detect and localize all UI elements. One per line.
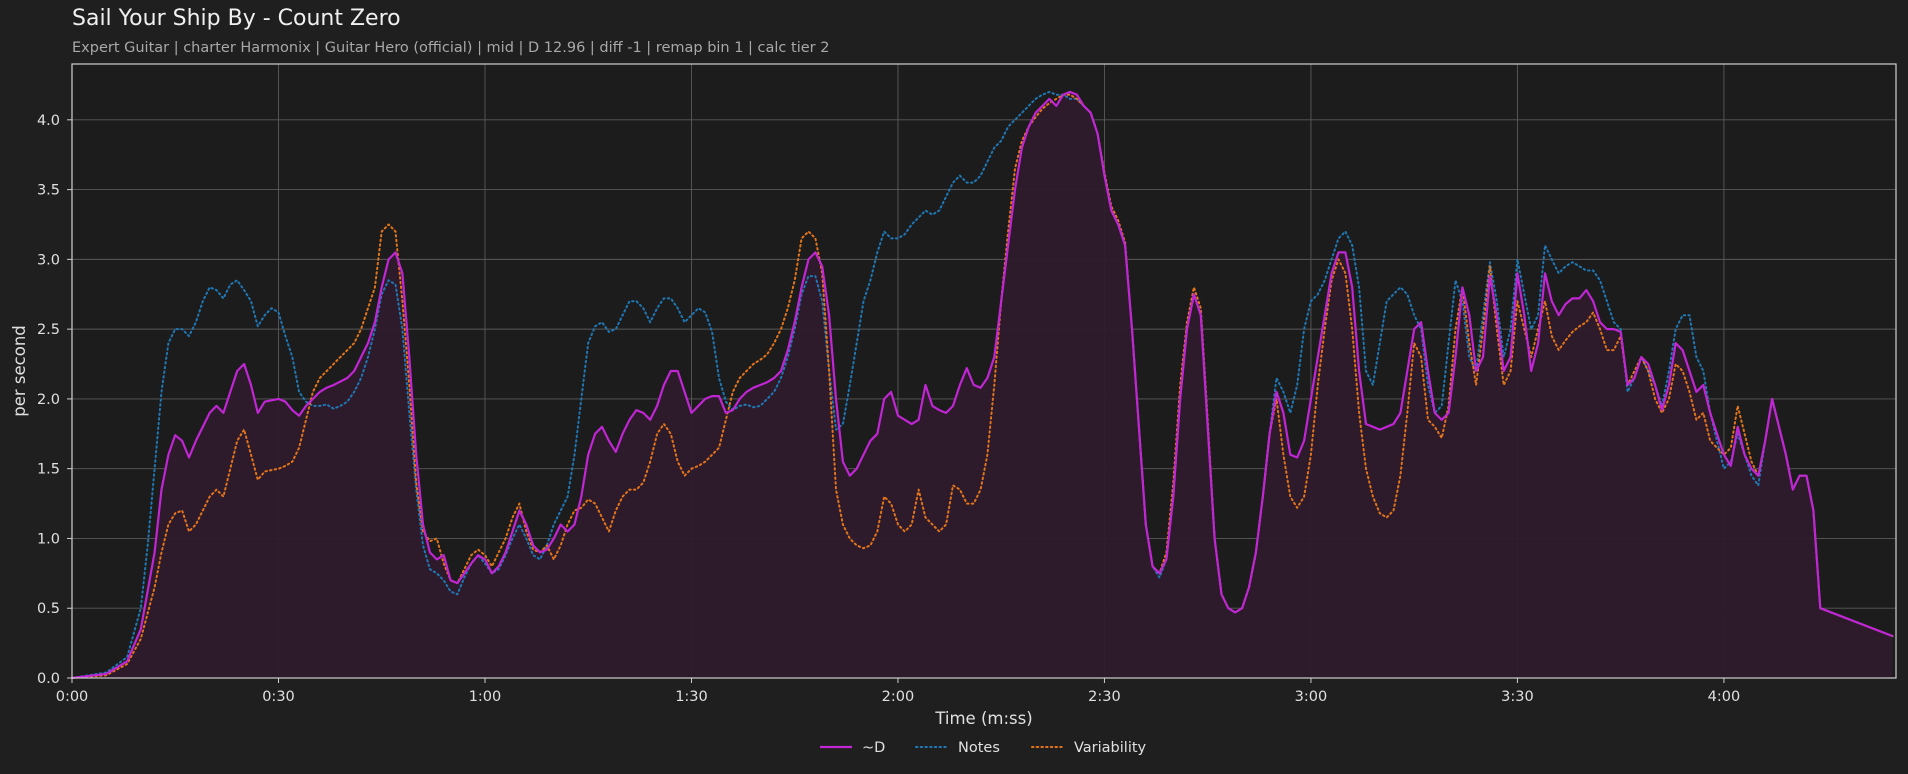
legend-label: Variability xyxy=(1074,740,1147,756)
legend-label: ~D xyxy=(862,740,885,756)
x-tick-label: 0:00 xyxy=(56,689,89,705)
x-axis-ticks: 0:00 0:30 1:00 1:30 2:00 2:30 3:00 3:30 4:00 xyxy=(56,678,1740,705)
y-tick-label: 1.5 xyxy=(37,462,60,478)
y-tick-label: 2.0 xyxy=(37,392,60,408)
y-tick-label: 1.0 xyxy=(37,531,60,547)
legend-label: Notes xyxy=(958,740,1000,756)
x-tick-label: 3:30 xyxy=(1501,689,1534,705)
y-axis-label: per second xyxy=(10,325,29,417)
y-tick-label: 3.5 xyxy=(37,183,60,199)
x-axis-label: Time (m:ss) xyxy=(934,709,1032,728)
y-tick-label: 3.0 xyxy=(37,252,60,268)
x-tick-label: 2:00 xyxy=(882,689,915,705)
legend: ~D Notes Variability xyxy=(820,740,1147,756)
chart-canvas: 0:00 0:30 1:00 1:30 2:00 2:30 3:00 3:30 4:00 0.0… xyxy=(10,63,1897,756)
x-tick-label: 3:00 xyxy=(1295,689,1328,705)
x-tick-label: 4:00 xyxy=(1708,689,1741,705)
y-axis-ticks: 0.0 0.5 1.0 1.5 2.0 2.5 3.0 3.5 4.0 xyxy=(37,113,72,687)
y-tick-label: 4.0 xyxy=(37,113,60,129)
x-tick-label: 2:30 xyxy=(1088,689,1121,705)
y-tick-label: 0.5 xyxy=(37,601,60,617)
y-tick-label: 2.5 xyxy=(37,322,60,338)
x-tick-label: 1:00 xyxy=(469,689,502,705)
x-tick-label: 1:30 xyxy=(675,689,708,705)
x-tick-label: 0:30 xyxy=(262,689,295,705)
y-tick-label: 0.0 xyxy=(37,671,60,687)
